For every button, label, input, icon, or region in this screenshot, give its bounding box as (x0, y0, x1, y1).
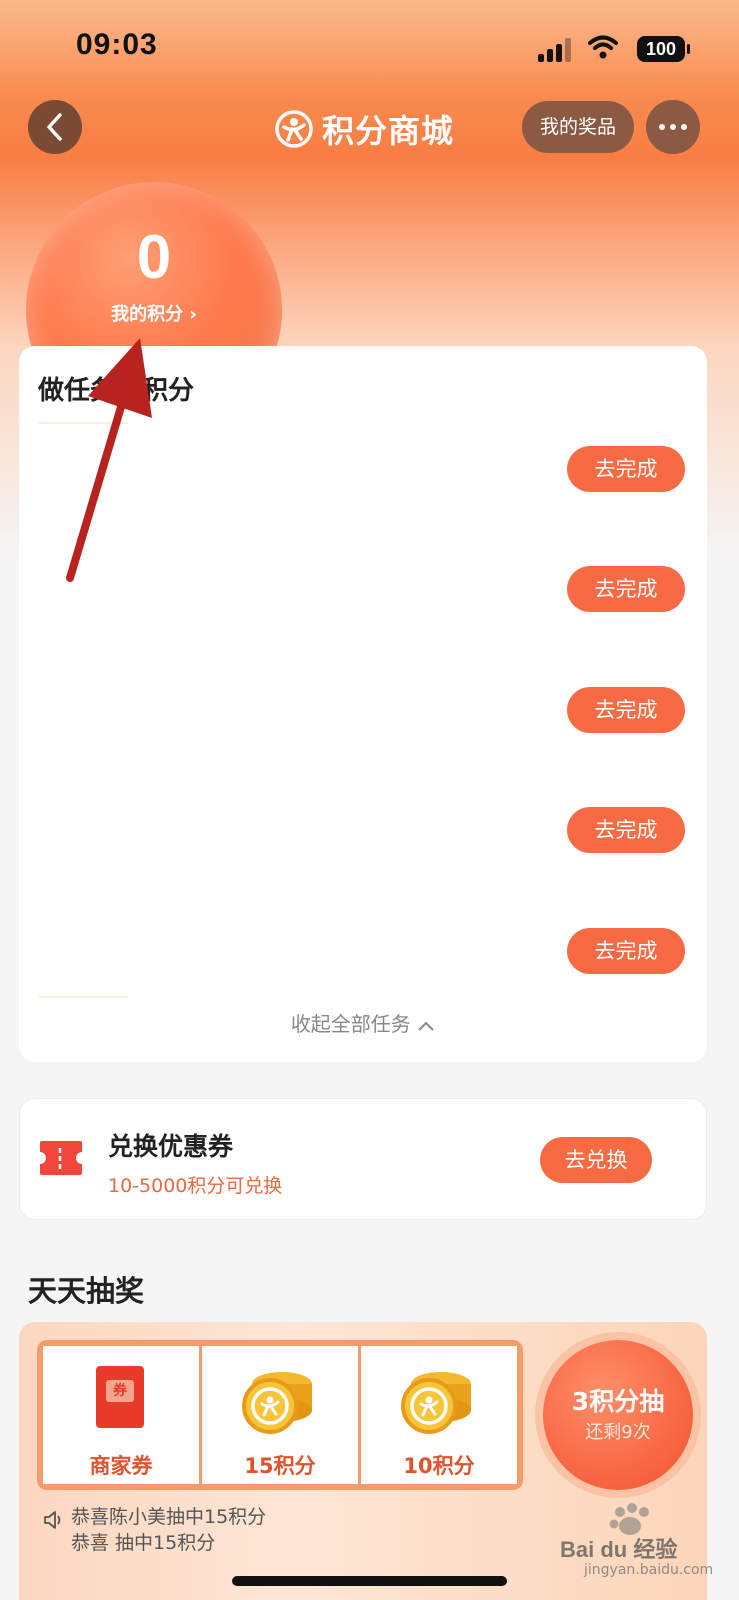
task-complete-button[interactable]: 去完成 (567, 928, 685, 974)
coupon-icon-text: 券 (106, 1380, 134, 1402)
coupon-icon: 券 (96, 1366, 144, 1428)
collapse-tasks-link[interactable]: 收起全部任务 (19, 1008, 707, 1037)
prize-label: 商家券 (89, 1454, 153, 1478)
watermark-url: jingyan.baidu.com (584, 1562, 714, 1578)
exchange-coupon-subtitle: 10-5000积分可兑换 (108, 1175, 283, 1197)
divider (38, 422, 128, 424)
chevron-left-icon (47, 113, 62, 141)
exchange-coupon-card: 兑换优惠券 10-5000积分可兑换 去兑换 (19, 1098, 707, 1220)
status-bar: 09:03 100 (0, 0, 739, 96)
page-title: 积分商城 (274, 106, 454, 152)
my-prizes-button[interactable]: 我的奖品 (522, 101, 634, 153)
prize-label: 10积分 (403, 1454, 475, 1478)
my-points-link[interactable]: 我的积分 › (26, 300, 282, 326)
task-card: 做任务赚积分 去完成 去完成 去完成 去完成 去完成 收起全部任务 (19, 346, 707, 1062)
more-dots-icon (659, 124, 665, 130)
task-complete-button[interactable]: 去完成 (567, 566, 685, 612)
points-value: 0 (136, 223, 172, 292)
task-complete-button[interactable]: 去完成 (567, 807, 685, 853)
prize-item: 券 商家券 (43, 1346, 199, 1484)
battery-indicator: 100 (637, 36, 690, 62)
page-title-text: 积分商城 (322, 112, 455, 150)
home-indicator[interactable] (232, 1576, 507, 1586)
watermark-brand: Bai du 经验 (560, 1537, 678, 1562)
coin-icon (401, 1372, 471, 1434)
prize-item: 15积分 (202, 1346, 358, 1484)
task-complete-button[interactable]: 去完成 (567, 446, 685, 492)
coin-icon (242, 1372, 312, 1434)
speaker-icon (44, 1511, 61, 1529)
prize-label: 15积分 (244, 1454, 316, 1478)
back-button[interactable] (28, 100, 82, 154)
winner-ticker-line: 恭喜陈小美抽中15积分 (71, 1506, 267, 1528)
points-mall-logo-icon (275, 110, 313, 148)
status-time: 09:03 (76, 28, 158, 61)
signal-icon (538, 38, 574, 62)
draw-cost-label: 3积分抽 (571, 1387, 665, 1416)
daily-lottery-title: 天天抽奖 (28, 1274, 145, 1308)
exchange-coupon-title: 兑换优惠券 (108, 1132, 234, 1161)
task-card-title: 做任务赚积分 (38, 376, 195, 406)
prize-item: 10积分 (361, 1346, 517, 1484)
winner-ticker-line: 恭喜 抽中15积分 (71, 1532, 216, 1554)
prize-strip: 券 商家券 15积分 10积分 (37, 1340, 523, 1490)
ticket-icon (40, 1141, 82, 1175)
divider (38, 996, 128, 998)
task-complete-button[interactable]: 去完成 (567, 687, 685, 733)
chevron-up-icon (418, 1021, 434, 1031)
collapse-tasks-label: 收起全部任务 (290, 1012, 411, 1036)
draw-remaining-label: 还剩9次 (585, 1422, 651, 1443)
draw-button[interactable]: 3积分抽 还剩9次 (543, 1340, 693, 1490)
wifi-icon (588, 35, 618, 59)
more-button[interactable] (646, 100, 700, 154)
exchange-button[interactable]: 去兑换 (540, 1137, 652, 1183)
